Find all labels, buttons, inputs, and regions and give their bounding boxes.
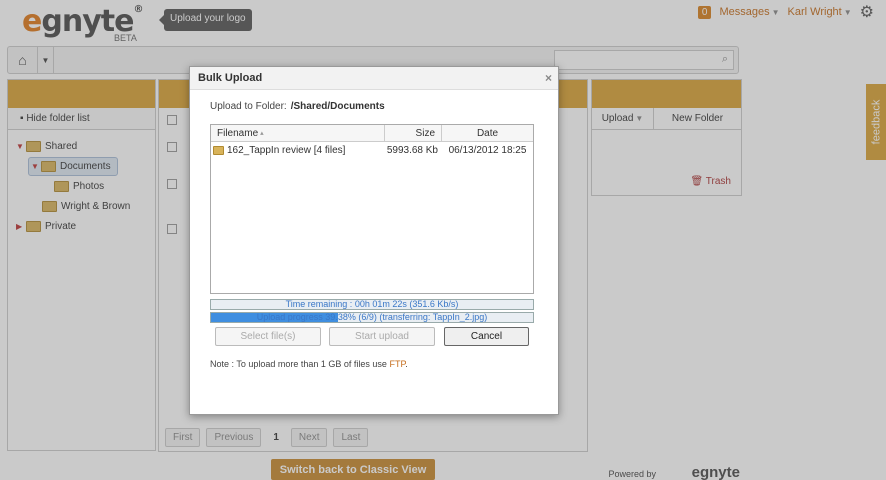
file-date: 06/13/2012 18:25 [448,144,527,156]
filename-header-label: Filename [217,127,259,139]
filename-column-header[interactable]: Filename ▴ [211,125,385,141]
close-icon[interactable]: × [545,71,552,85]
start-upload-button[interactable]: Start upload [329,327,435,346]
folder-icon [213,145,224,155]
file-size: 5993.68 Kb [386,144,438,156]
size-column-header[interactable]: Size [385,125,442,141]
note-end: . [405,359,408,369]
file-list-header: Filename ▴ Size Date [211,125,533,142]
bulk-upload-dialog: Bulk Upload × Upload to Folder:/Shared/D… [189,66,559,415]
cancel-button[interactable]: Cancel [444,327,529,346]
upload-to-label: Upload to Folder: [210,101,287,112]
file-name-cell: 162_TappIn review [4 files] [211,145,385,156]
dialog-title: Bulk Upload [190,67,558,90]
time-remaining-bar: Time remaining : 00h 01m 22s (351.6 Kb/s… [210,299,534,310]
file-list: Filename ▴ Size Date 162_TappIn review [4… [210,124,534,294]
upload-progress-text: Upload progress 39.38% (6/9) (transferri… [256,312,488,322]
file-name: 162_TappIn review [4 files] [227,144,346,156]
upload-to-path: /Shared/Documents [290,101,385,112]
note-text: Note : To upload more than 1 GB of files… [210,359,387,369]
time-remaining-text: Time remaining : 00h 01m 22s (351.6 Kb/s… [285,299,459,309]
upload-progress-bar: Upload progress 39.38% (6/9) (transferri… [210,312,534,323]
sort-icon: ▴ [260,130,264,137]
ftp-link[interactable]: FTP [389,359,405,369]
file-row[interactable]: 162_TappIn review [4 files] 5993.68 Kb 0… [211,142,533,158]
select-files-button[interactable]: Select file(s) [215,327,321,346]
upload-note: Note : To upload more than 1 GB of files… [210,359,408,369]
date-column-header[interactable]: Date [442,125,533,141]
upload-destination: Upload to Folder:/Shared/Documents [210,101,385,112]
